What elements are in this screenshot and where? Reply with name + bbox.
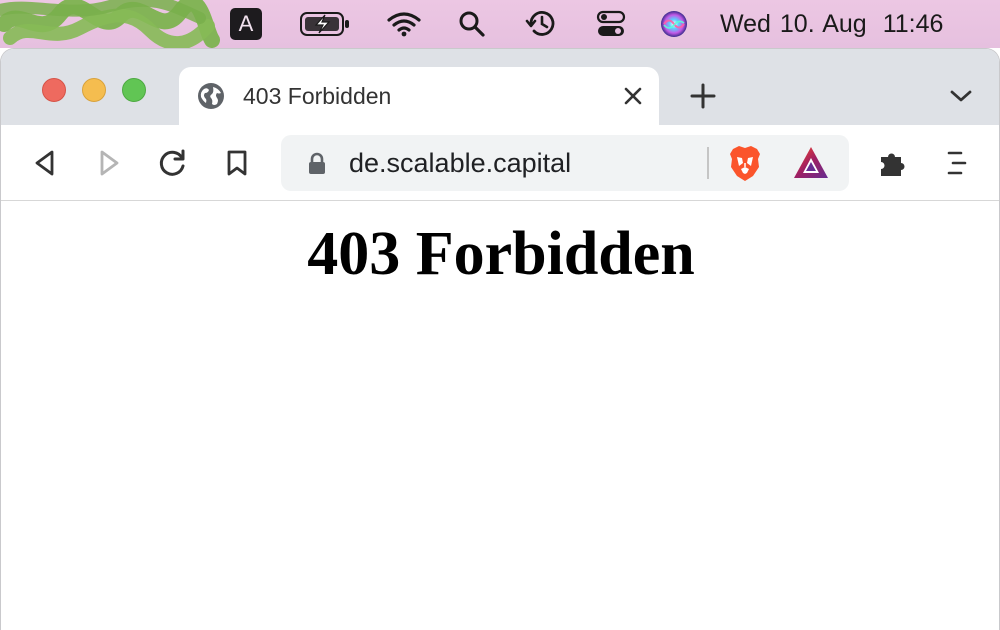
tab-search-button[interactable] (945, 82, 977, 110)
forward-button[interactable] (91, 145, 127, 181)
battery-charging-icon[interactable] (298, 8, 352, 40)
page-title: 403 Forbidden (307, 220, 695, 288)
bookmark-icon (227, 150, 247, 176)
keyboard-layout-label: A (238, 11, 254, 36)
back-icon (35, 150, 54, 176)
bookmark-button[interactable] (219, 145, 255, 181)
menu-bar: A Wed 10. Aug 11:46 (0, 0, 1000, 48)
address-bar-divider (707, 147, 709, 179)
url-text[interactable]: de.scalable.capital (349, 147, 571, 179)
page-content: 403 Forbidden (1, 202, 999, 630)
plus-icon (690, 83, 716, 109)
menu-bar-clock[interactable]: Wed 10. Aug 11:46 (720, 7, 990, 41)
wifi-icon[interactable] (386, 8, 422, 40)
new-tab-button[interactable] (687, 80, 719, 112)
extensions-icon (881, 153, 905, 176)
brave-rewards-icon[interactable] (791, 143, 831, 183)
window-minimize-button[interactable] (82, 78, 106, 102)
clock-date: Wed 10. Aug (720, 9, 867, 38)
back-button[interactable] (27, 145, 63, 181)
reload-button[interactable] (155, 145, 191, 181)
spotlight-search-icon[interactable] (456, 8, 488, 40)
globe-icon (198, 83, 224, 109)
window-maximize-button[interactable] (122, 78, 146, 102)
window-close-button[interactable] (42, 78, 66, 102)
main-menu-button[interactable] (939, 145, 975, 181)
reload-icon (159, 149, 185, 176)
keyboard-layout-icon[interactable]: A (230, 8, 262, 40)
time-machine-icon[interactable] (523, 8, 559, 40)
tab-close-icon[interactable] (619, 82, 647, 110)
control-center-icon[interactable] (594, 8, 628, 40)
address-bar[interactable]: de.scalable.capital (281, 135, 849, 191)
menu-icon (947, 151, 967, 175)
browser-window: 403 Forbidden de.scalable.capital 403 Fo… (0, 48, 1000, 630)
chevron-down-icon (950, 90, 972, 102)
tab-active[interactable]: 403 Forbidden (179, 67, 659, 125)
brave-shields-icon[interactable] (725, 143, 765, 183)
extensions-button[interactable] (875, 145, 911, 181)
tab-strip: 403 Forbidden (1, 49, 999, 125)
browser-toolbar: de.scalable.capital (1, 125, 999, 201)
clock-time: 11:46 (882, 9, 944, 38)
siri-icon[interactable] (658, 8, 690, 40)
tab-title: 403 Forbidden (243, 83, 392, 109)
forward-icon (100, 150, 119, 176)
redaction-scribble (0, 0, 220, 48)
lock-icon[interactable] (305, 151, 329, 175)
